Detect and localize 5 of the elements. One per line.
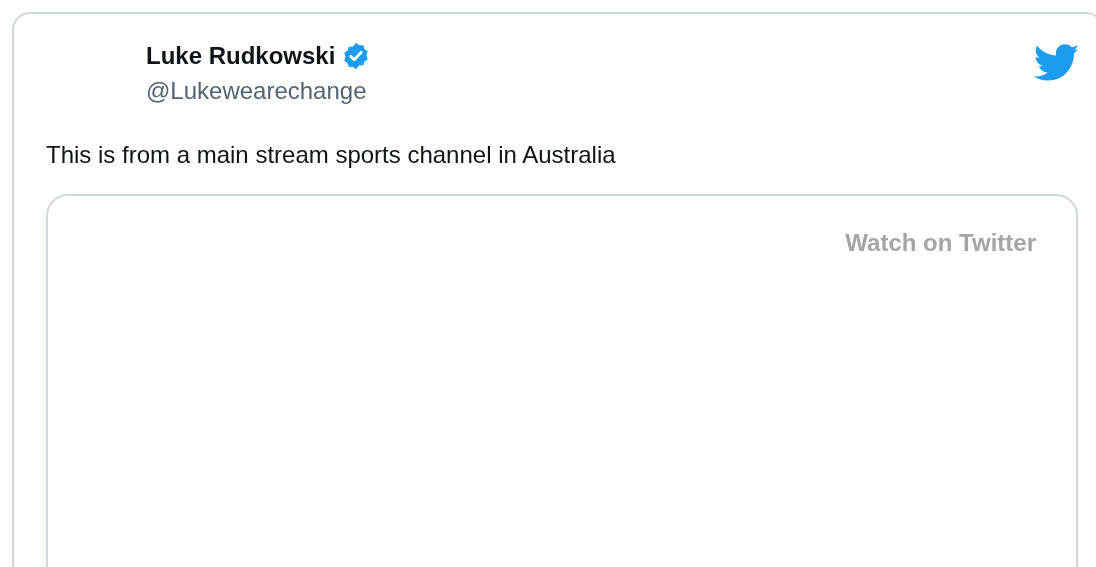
bird-logo-icon[interactable] <box>1034 44 1080 82</box>
tweet-text: This is from a main stream sports channel in Australia <box>46 140 617 170</box>
author-name: Luke Rudkowski <box>146 41 336 71</box>
watch-on-twitter-link[interactable]: Watch on Twitter <box>845 228 1036 258</box>
author-handle: @Lukewearechange <box>146 76 368 106</box>
